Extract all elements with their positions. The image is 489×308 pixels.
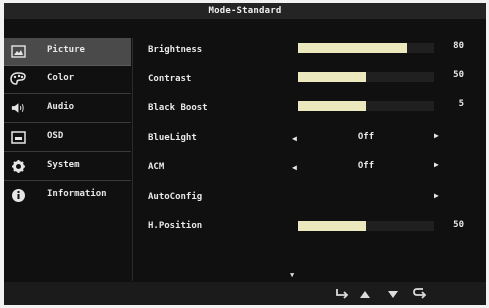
enter-icon[interactable]	[334, 287, 350, 301]
sidebar-label-information: Information	[47, 189, 107, 199]
sidebar-item-system[interactable]: System	[4, 153, 131, 181]
info-icon	[10, 187, 26, 203]
acm-label: ACM	[148, 162, 165, 172]
sidebar-item-picture[interactable]: Picture	[4, 38, 131, 66]
blue-light-label: BlueLight	[148, 133, 197, 143]
contrast-value: 50	[453, 70, 464, 80]
osd-icon	[10, 129, 26, 145]
black-boost-slider-fill	[298, 101, 366, 111]
blue-light-left-arrow-icon[interactable]: ◀	[292, 135, 297, 143]
sidebar-label-osd: OSD	[47, 131, 64, 141]
sidebar-item-information[interactable]: Information	[4, 182, 131, 210]
blue-light-value: Off	[357, 132, 375, 142]
brightness-slider[interactable]	[298, 43, 434, 53]
sidebar-label-audio: Audio	[47, 102, 75, 112]
brightness-label: Brightness	[148, 45, 203, 55]
sidebar-item-color[interactable]: Color	[4, 66, 131, 94]
blue-light-right-arrow-icon[interactable]: ▶	[434, 132, 439, 140]
sidebar-item-audio[interactable]: Audio	[4, 95, 131, 123]
h-position-value: 50	[453, 220, 464, 230]
sidebar-label-color: Color	[47, 73, 75, 83]
acm-right-arrow-icon[interactable]: ▶	[434, 161, 439, 169]
speaker-icon	[10, 100, 26, 116]
osd-sidebar: Picture Color Audio OSD System Informati…	[4, 38, 132, 222]
picture-icon	[10, 43, 26, 59]
up-icon[interactable]	[357, 287, 373, 301]
sidebar-label-system: System	[47, 160, 80, 170]
scroll-down-arrow-icon[interactable]: ▼	[290, 271, 294, 279]
acm-value: Off	[357, 161, 375, 171]
h-position-label: H.Position	[148, 221, 203, 231]
auto-config-arrow-icon[interactable]: ▶	[434, 192, 439, 200]
mode-title: Mode-Standard	[208, 6, 282, 16]
palette-icon	[10, 71, 26, 87]
brightness-value: 80	[453, 41, 464, 51]
h-position-slider-fill	[298, 221, 366, 231]
gear-icon	[10, 158, 26, 174]
contrast-slider-fill	[298, 72, 366, 82]
black-boost-slider[interactable]	[298, 101, 434, 111]
down-icon[interactable]	[385, 287, 401, 301]
sidebar-label-picture: Picture	[47, 45, 85, 55]
contrast-slider[interactable]	[298, 72, 434, 82]
acm-left-arrow-icon[interactable]: ◀	[292, 164, 297, 172]
brightness-slider-fill	[298, 43, 407, 53]
auto-config-label[interactable]: AutoConfig	[148, 192, 202, 202]
contrast-label: Contrast	[148, 74, 192, 84]
h-position-slider[interactable]	[298, 221, 434, 231]
menu-divider	[132, 38, 133, 281]
sidebar-item-osd[interactable]: OSD	[4, 124, 131, 152]
black-boost-label: Black Boost	[148, 103, 208, 113]
monitor-osd: Mode-Standard Picture Color Audio OSD Sy…	[4, 3, 486, 305]
back-icon[interactable]	[412, 287, 428, 301]
black-boost-value: 5	[458, 99, 464, 109]
